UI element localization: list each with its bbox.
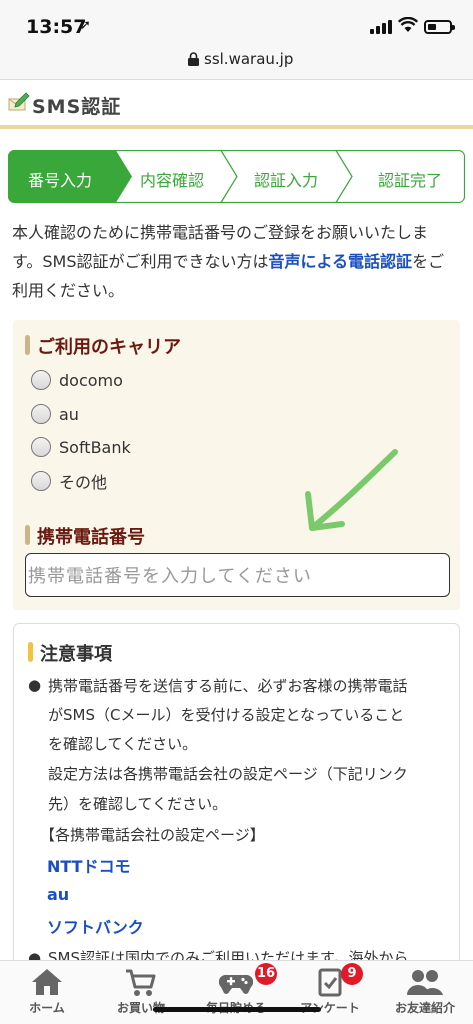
carrier-option-au[interactable]: au bbox=[31, 402, 79, 426]
carrier-heading: ご利用のキャリア bbox=[25, 333, 181, 359]
bottom-tab-bar: ホーム お買い物 16 毎日貯める 9 アンケート お友達紹介 bbox=[0, 960, 473, 1024]
phone-number-input[interactable]: 携帯電話番号を入力してください bbox=[25, 553, 450, 597]
carrier-option-docomo[interactable]: docomo bbox=[31, 368, 123, 392]
page-title: SMS認証 bbox=[32, 96, 122, 118]
friends-icon bbox=[407, 970, 443, 995]
radio-button[interactable] bbox=[31, 370, 51, 390]
carrier-option-other[interactable]: その他 bbox=[31, 469, 107, 493]
cellular-signal-icon bbox=[370, 20, 392, 34]
radio-label: SoftBank bbox=[59, 437, 131, 457]
tab-label: お友達紹介 bbox=[394, 1001, 455, 1015]
daily-badge: 16 bbox=[255, 963, 277, 985]
note-line: を確認してください。 bbox=[48, 735, 198, 753]
annotation-arrow-icon bbox=[305, 449, 398, 531]
step-confirm: 内容確認 bbox=[140, 171, 205, 190]
note-line: 設定方法は各携帯電話会社の設定ページ（下記リンク bbox=[48, 765, 408, 783]
home-indicator[interactable] bbox=[153, 1007, 321, 1012]
status-time: 13:57 bbox=[26, 16, 87, 38]
step-number-input: 番号入力 bbox=[28, 171, 93, 190]
radio-button[interactable] bbox=[31, 404, 51, 424]
sms-pencil-icon bbox=[8, 92, 30, 111]
battery-icon bbox=[424, 20, 455, 34]
radio-label: docomo bbox=[59, 370, 123, 390]
gamepad-icon bbox=[219, 974, 253, 994]
radio-button[interactable] bbox=[31, 471, 51, 491]
radio-label: au bbox=[59, 404, 79, 424]
survey-badge: 9 bbox=[341, 963, 363, 985]
step-complete: 認証完了 bbox=[378, 171, 443, 190]
home-icon bbox=[32, 969, 62, 995]
intro-line-2: す。SMS認証がご利用できない方は bbox=[12, 252, 269, 271]
intro-line-3: 利用ください。 bbox=[12, 281, 125, 300]
tab-home[interactable]: ホーム bbox=[0, 967, 94, 1016]
link-ntt-docomo[interactable]: NTTドコモ bbox=[47, 853, 131, 877]
url-text[interactable]: ssl.warau.jp bbox=[204, 50, 293, 68]
notes-heading: 注意事項 bbox=[28, 640, 112, 666]
link-softbank[interactable]: ソフトバンク bbox=[47, 914, 144, 938]
tab-invite[interactable]: お友達紹介 bbox=[378, 967, 472, 1016]
radio-label: その他 bbox=[59, 473, 108, 492]
note-line: 【各携帯電話会社の設定ページ】 bbox=[40, 826, 265, 844]
note-line: 携帯電話番号を送信する前に、必ずお客様の携帯電話 bbox=[48, 677, 408, 695]
link-au[interactable]: au bbox=[47, 885, 69, 904]
tab-label: ホーム bbox=[29, 1001, 65, 1015]
intro-text: 本人確認のために携帯電話番号のご登録をお願いいたしま す。SMS認証がご利用でき… bbox=[12, 218, 462, 305]
carrier-option-softbank[interactable]: SoftBank bbox=[31, 435, 131, 459]
intro-line-2b: をご bbox=[412, 252, 445, 271]
lock-icon bbox=[188, 52, 199, 66]
radio-button[interactable] bbox=[31, 437, 51, 457]
progress-steps: 番号入力 内容確認 認証入力 認証完了 bbox=[8, 150, 465, 203]
note-line: 先）を確認してください。 bbox=[48, 795, 228, 813]
voice-auth-link[interactable]: 音声による電話認証 bbox=[269, 252, 413, 271]
location-arrow-icon: ➚ bbox=[80, 18, 91, 33]
intro-line-1: 本人確認のために携帯電話番号のご登録をお願いいたしま bbox=[12, 223, 429, 242]
note-line: がSMS（Cメール）を受付ける設定となっていること bbox=[48, 706, 405, 724]
page-header: SMS認証 bbox=[0, 81, 473, 129]
step-auth-input: 認証入力 bbox=[254, 171, 319, 190]
wifi-icon bbox=[398, 17, 418, 32]
bullet-icon: ● bbox=[28, 676, 42, 694]
phone-heading: 携帯電話番号 bbox=[25, 523, 145, 549]
cart-icon bbox=[126, 969, 156, 996]
browser-url-bar[interactable]: ssl.warau.jp bbox=[0, 40, 473, 80]
